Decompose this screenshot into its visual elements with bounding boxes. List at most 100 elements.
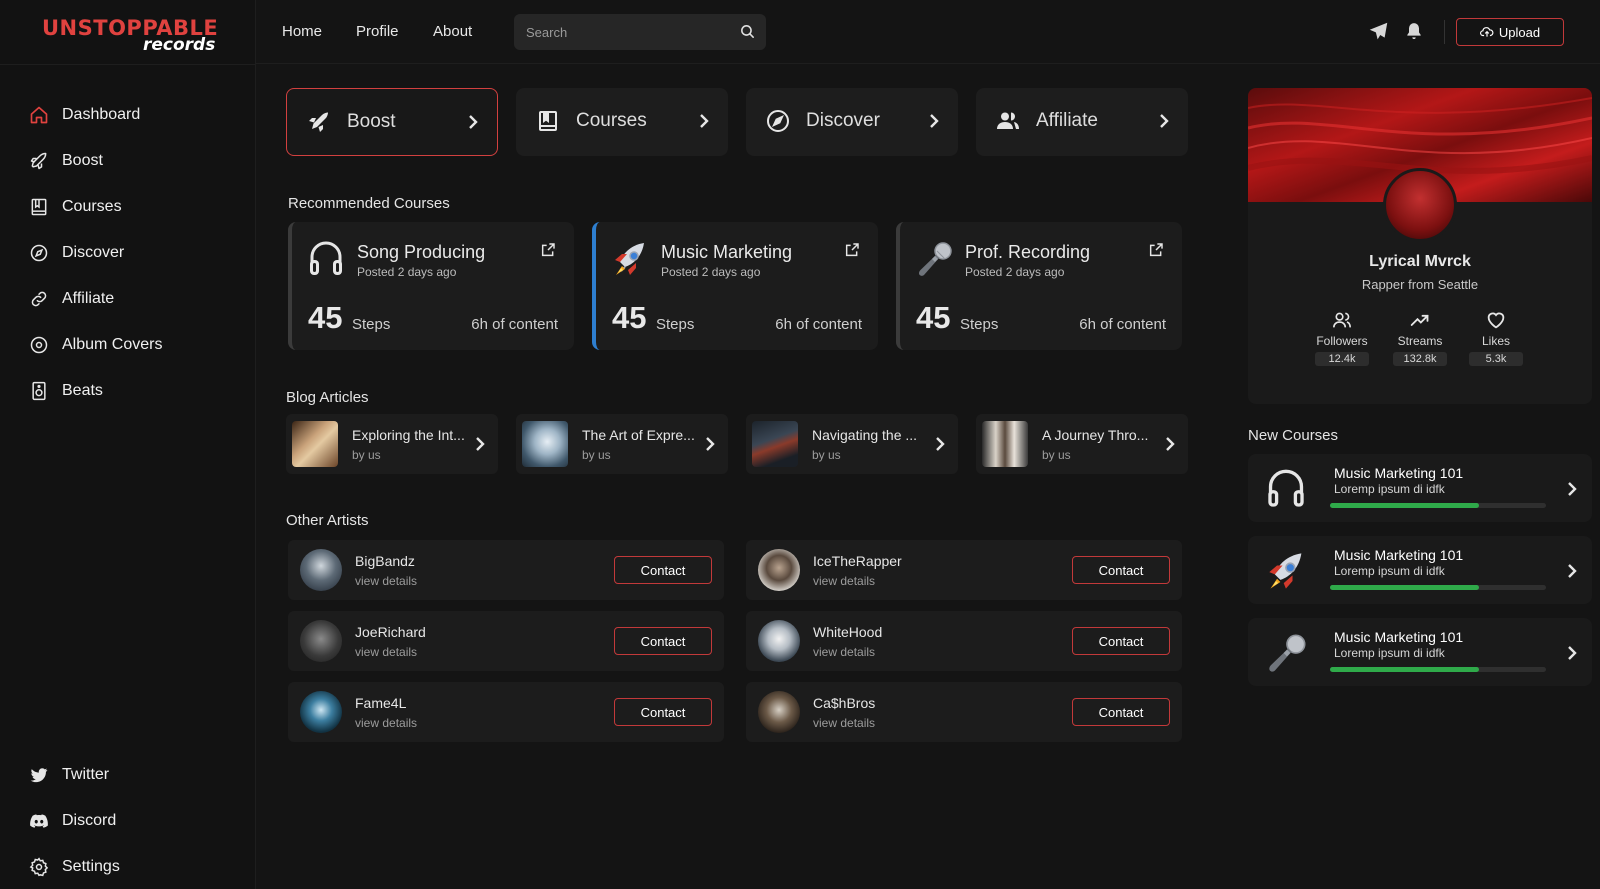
sidebar-item-affiliate[interactable]: Affiliate [28, 276, 162, 322]
blog-card[interactable]: Exploring the Int... by us [286, 414, 498, 474]
avatar[interactable] [758, 691, 800, 733]
sidebar-item-label: Courses [62, 198, 122, 215]
sidebar-item-label: Discord [62, 812, 117, 829]
view-details-link[interactable]: view details [813, 645, 875, 659]
sidebar-item-courses[interactable]: Courses [28, 184, 162, 230]
quick-link-boost[interactable]: Boost [286, 88, 498, 156]
blog-card[interactable]: A Journey Thro... by us [976, 414, 1188, 474]
course-content-length: 6h of content [471, 316, 558, 333]
course-steps-label: Steps [960, 316, 999, 333]
contact-button[interactable]: Contact [1072, 556, 1170, 584]
new-course-subtitle: Loremp ipsum di idfk [1334, 564, 1445, 578]
view-details-link[interactable]: view details [355, 574, 417, 588]
sidebar-item-dashboard[interactable]: Dashboard [28, 92, 162, 138]
contact-button[interactable]: Contact [1072, 627, 1170, 655]
course-content-length: 6h of content [775, 316, 862, 333]
course-card[interactable]: Prof. Recording Posted 2 days ago 45 Ste… [896, 222, 1182, 350]
artist-row: Fame4L view details Contact [288, 682, 724, 742]
sidebar-item-album-covers[interactable]: Album Covers [28, 322, 162, 368]
rocket-emoji-icon [1266, 550, 1308, 592]
logo-sub-text: records [143, 35, 216, 55]
course-posted: Posted 2 days ago [661, 265, 761, 279]
upload-button[interactable]: Upload [1456, 18, 1564, 46]
course-card[interactable]: Song Producing Posted 2 days ago 45 Step… [288, 222, 574, 350]
stat-label: Streams [1397, 334, 1443, 348]
sidebar-item-twitter[interactable]: Twitter [28, 752, 120, 798]
blog-thumbnail [522, 421, 568, 467]
artist-name: BigBandz [355, 553, 415, 569]
quick-link-courses[interactable]: Courses [516, 88, 728, 156]
users-icon [996, 109, 1020, 133]
sidebar-item-beats[interactable]: Beats [28, 368, 162, 414]
sidebar-item-settings[interactable]: Settings [28, 844, 120, 889]
avatar[interactable] [300, 620, 342, 662]
external-link-icon[interactable] [844, 242, 860, 258]
quick-link-discover[interactable]: Discover [746, 88, 958, 156]
stat-value: 5.3k [1469, 352, 1523, 366]
chevron-right-icon [928, 112, 940, 130]
quick-link-affiliate[interactable]: Affiliate [976, 88, 1188, 156]
chevron-right-icon [1566, 562, 1578, 580]
logo[interactable]: UNSTOPPABLE records [40, 12, 220, 56]
search-icon[interactable] [739, 23, 756, 40]
course-content-length: 6h of content [1079, 316, 1166, 333]
blog-title: Navigating the ... [812, 427, 918, 443]
view-details-link[interactable]: view details [813, 716, 875, 730]
course-posted: Posted 2 days ago [965, 265, 1065, 279]
rocket-emoji-icon [612, 240, 650, 278]
avatar[interactable] [300, 691, 342, 733]
speaker-icon [28, 380, 50, 402]
view-details-link[interactable]: view details [355, 716, 417, 730]
search-input[interactable] [526, 14, 726, 50]
section-title-artists: Other Artists [286, 512, 369, 529]
artist-row: IceTheRapper view details Contact [746, 540, 1182, 600]
course-card[interactable]: Music Marketing Posted 2 days ago 45 Ste… [592, 222, 878, 350]
sidebar-item-boost[interactable]: Boost [28, 138, 162, 184]
book-icon [28, 196, 50, 218]
progress-fill [1330, 503, 1480, 508]
blog-author: by us [352, 448, 381, 462]
new-course-item[interactable]: Music Marketing 101 Loremp ipsum di idfk [1248, 536, 1592, 604]
new-course-item[interactable]: Music Marketing 101 Loremp ipsum di idfk [1248, 454, 1592, 522]
blog-author: by us [582, 448, 611, 462]
sidebar-nav: Dashboard Boost Courses Discover Affilia… [28, 92, 162, 414]
progress-fill [1330, 585, 1480, 590]
nav-link-home[interactable]: Home [282, 23, 322, 40]
nav-link-about[interactable]: About [433, 23, 472, 40]
artist-row: JoeRichard view details Contact [288, 611, 724, 671]
nav-link-profile[interactable]: Profile [356, 23, 399, 40]
view-details-link[interactable]: view details [813, 574, 875, 588]
view-details-link[interactable]: view details [355, 645, 417, 659]
avatar[interactable] [758, 549, 800, 591]
twitter-icon [28, 764, 50, 786]
bell-icon[interactable] [1404, 21, 1424, 42]
headphones-icon [308, 240, 344, 278]
contact-button[interactable]: Contact [1072, 698, 1170, 726]
contact-button[interactable]: Contact [614, 627, 712, 655]
avatar[interactable] [300, 549, 342, 591]
sidebar-item-discover[interactable]: Discover [28, 230, 162, 276]
stat-followers: Followers 12.4k [1312, 310, 1372, 367]
sidebar-item-discord[interactable]: Discord [28, 798, 120, 844]
chevron-right-icon [934, 435, 946, 453]
external-link-icon[interactable] [540, 242, 556, 258]
new-course-item[interactable]: Music Marketing 101 Loremp ipsum di idfk [1248, 618, 1592, 686]
contact-button[interactable]: Contact [614, 698, 712, 726]
new-course-subtitle: Loremp ipsum di idfk [1334, 482, 1445, 496]
blog-card[interactable]: The Art of Expre... by us [516, 414, 728, 474]
stat-likes: Likes 5.3k [1466, 310, 1526, 367]
progress-bar [1330, 503, 1546, 508]
blog-card[interactable]: Navigating the ... by us [746, 414, 958, 474]
sidebar-item-label: Dashboard [62, 106, 141, 123]
profile-avatar[interactable] [1383, 168, 1457, 242]
contact-button[interactable]: Contact [614, 556, 712, 584]
artist-row: Ca$hBros view details Contact [746, 682, 1182, 742]
avatar[interactable] [758, 620, 800, 662]
home-icon [28, 104, 50, 126]
send-icon[interactable] [1368, 21, 1389, 42]
new-course-subtitle: Loremp ipsum di idfk [1334, 646, 1445, 660]
blog-title: The Art of Expre... [582, 427, 695, 443]
external-link-icon[interactable] [1148, 242, 1164, 258]
chevron-right-icon [1158, 112, 1170, 130]
chevron-right-icon [704, 435, 716, 453]
